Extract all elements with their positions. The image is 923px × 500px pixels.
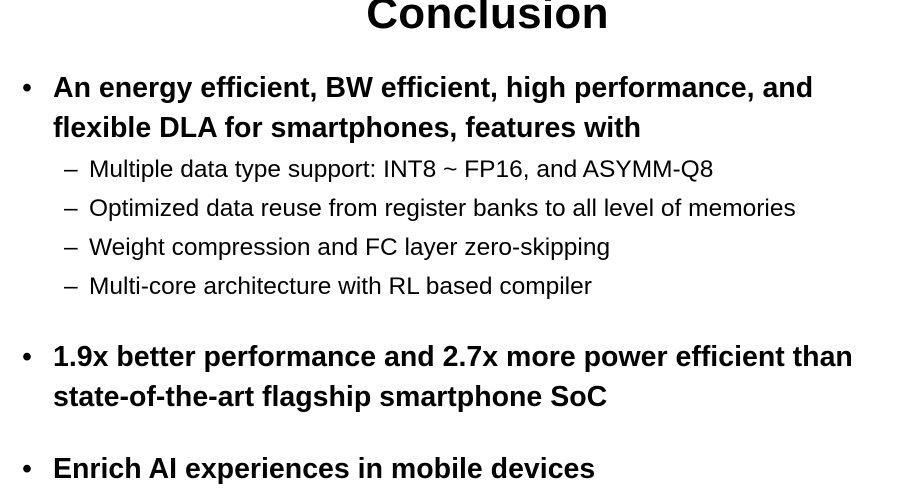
sub-item-text: Weight compression and FC layer zero-ski… xyxy=(89,234,611,261)
bullet-icon: • xyxy=(22,72,32,104)
slide-title: Conclusion xyxy=(366,0,609,38)
slide: Conclusion • An energy efficient, BW eff… xyxy=(0,0,923,500)
bullet-item: • An energy efficient, BW efficient, hig… xyxy=(22,68,912,148)
dash-icon: – xyxy=(64,195,78,222)
sub-item: – Optimized data reuse from register ban… xyxy=(64,189,914,228)
bullet-icon: • xyxy=(22,341,32,373)
dash-icon: – xyxy=(64,156,78,183)
sub-item: – Weight compression and FC layer zero-s… xyxy=(64,228,914,267)
dash-icon: – xyxy=(64,234,78,261)
bullet-text: 1.9x better performance and 2.7x more po… xyxy=(53,341,853,413)
dash-icon: – xyxy=(64,273,78,300)
bullet-item: • Enrich AI experiences in mobile device… xyxy=(22,449,912,489)
bullet-text: Enrich AI experiences in mobile devices xyxy=(53,453,596,485)
bullet-item: • 1.9x better performance and 2.7x more … xyxy=(22,337,912,417)
sub-item: – Multiple data type support: INT8 ~ FP1… xyxy=(64,150,914,189)
bullet-text: An energy efficient, BW efficient, high … xyxy=(53,72,814,144)
sub-item-text: Optimized data reuse from register banks… xyxy=(89,195,796,222)
sub-item-text: Multiple data type support: INT8 ~ FP16,… xyxy=(89,156,714,183)
sub-item-text: Multi-core architecture with RL based co… xyxy=(89,273,592,300)
bullet-icon: • xyxy=(22,453,32,485)
sub-item: – Multi-core architecture with RL based … xyxy=(64,267,914,306)
